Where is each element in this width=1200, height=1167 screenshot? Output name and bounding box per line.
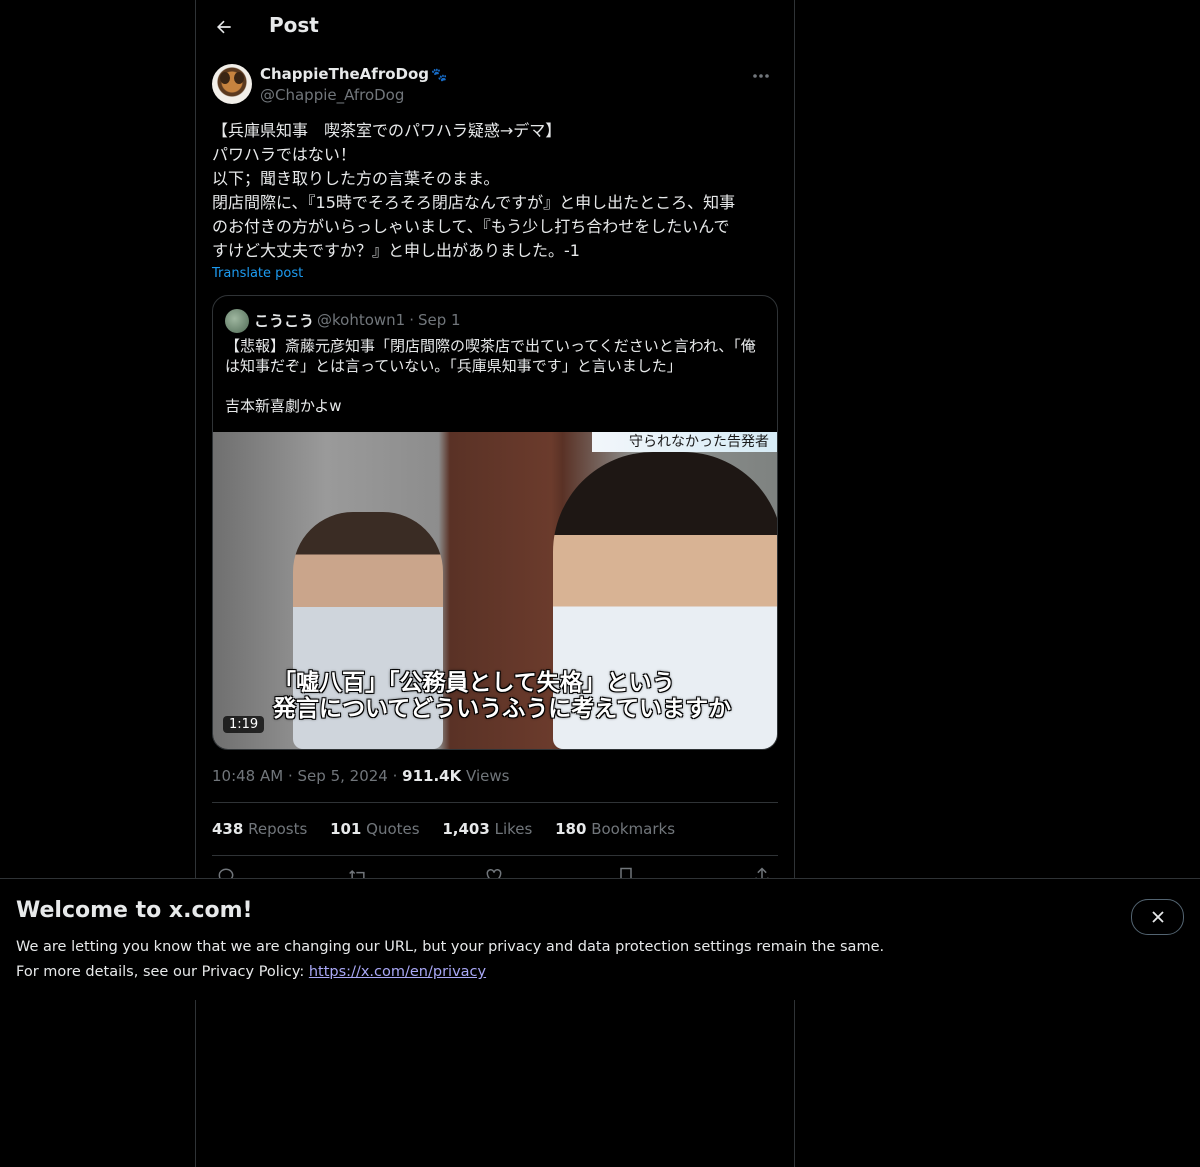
close-icon	[1151, 911, 1164, 923]
video-caption: 「嘘八百」「公務員として失格」という 発言についてどういうふうに考えていますか	[273, 670, 732, 722]
post-meta: 10:48 AM · Sep 5, 2024 · 911.4K Views	[212, 767, 510, 785]
page-header: Post	[196, 0, 794, 53]
views-label: Views	[466, 767, 510, 785]
close-banner-button[interactable]	[1131, 899, 1184, 935]
divider	[212, 855, 778, 856]
likes-stat[interactable]: 1,403 Likes	[442, 820, 532, 838]
page-title: Post	[269, 13, 319, 37]
likes-label: Likes	[494, 820, 533, 838]
post-author: ChappieTheAfroDog 🐾 @Chappie_AfroDog	[212, 64, 778, 108]
banner-line-2-text: For more details, see our Privacy Policy…	[16, 964, 309, 980]
privacy-policy-link[interactable]: https://x.com/en/privacy	[309, 964, 486, 980]
more-horizontal-icon	[753, 74, 769, 78]
bookmarks-label: Bookmarks	[591, 820, 676, 838]
divider	[212, 802, 778, 803]
welcome-banner: Welcome to x.com! We are letting you kno…	[0, 878, 1200, 1000]
quote-handle: @kohtown1	[317, 311, 406, 329]
post-stats: 438 Reposts 101 Quotes 1,403 Likes 180 B…	[212, 820, 693, 838]
views-count: 911.4K	[402, 767, 462, 785]
bookmarks-count: 180	[555, 820, 587, 838]
quote-text: 【悲報】斎藤元彦知事「閉店間際の喫茶店で出ていってくださいと言われ、「俺 は知事…	[225, 337, 756, 415]
more-options-button[interactable]	[744, 64, 778, 88]
post-text: 【兵庫県知事 喫茶室でのパワハラ疑惑→デマ】 パワハラではない！ 以下；聞き取り…	[212, 121, 736, 260]
quotes-label: Quotes	[366, 820, 420, 838]
translate-post-link[interactable]: Translate post	[212, 266, 303, 281]
video-duration: 1:19	[223, 716, 265, 733]
paw-emoji-icon: 🐾	[431, 68, 448, 83]
post-date[interactable]: Sep 5, 2024	[298, 767, 388, 785]
quote-display-name: こうこう	[254, 312, 315, 330]
author-display-name[interactable]: ChappieTheAfroDog 🐾	[260, 65, 447, 83]
banner-line-2: For more details, see our Privacy Policy…	[16, 960, 884, 985]
quote-avatar	[225, 309, 249, 333]
banner-message: We are letting you know that we are chan…	[16, 935, 884, 985]
arrow-left-icon	[217, 20, 231, 34]
quotes-stat[interactable]: 101 Quotes	[330, 820, 420, 838]
banner-title: Welcome to x.com!	[16, 898, 253, 923]
back-button[interactable]	[208, 11, 240, 43]
quotes-count: 101	[330, 820, 362, 838]
post-time[interactable]: 10:48 AM	[212, 767, 283, 785]
video-banner-text: 守られなかった告発者	[592, 432, 777, 452]
quote-date: Sep 1	[418, 311, 461, 329]
author-name-text: ChappieTheAfroDog	[260, 65, 430, 83]
reposts-count: 438	[212, 820, 244, 838]
reposts-label: Reposts	[248, 820, 308, 838]
author-handle[interactable]: @Chappie_AfroDog	[260, 86, 404, 104]
quoted-post[interactable]: こうこう @kohtown1 · Sep 1 【悲報】斎藤元彦知事「閉店間際の喫茶店…	[212, 295, 778, 750]
banner-line-1: We are letting you know that we are chan…	[16, 939, 885, 955]
likes-count: 1,403	[442, 820, 490, 838]
reposts-stat[interactable]: 438 Reposts	[212, 820, 307, 838]
avatar[interactable]	[212, 64, 252, 104]
quote-meta: @kohtown1 · Sep 1	[317, 311, 461, 329]
bookmarks-stat[interactable]: 180 Bookmarks	[555, 820, 675, 838]
video-player[interactable]: 守られなかった告発者 「嘘八百」「公務員として失格」という 発言についてどういう…	[213, 432, 777, 749]
